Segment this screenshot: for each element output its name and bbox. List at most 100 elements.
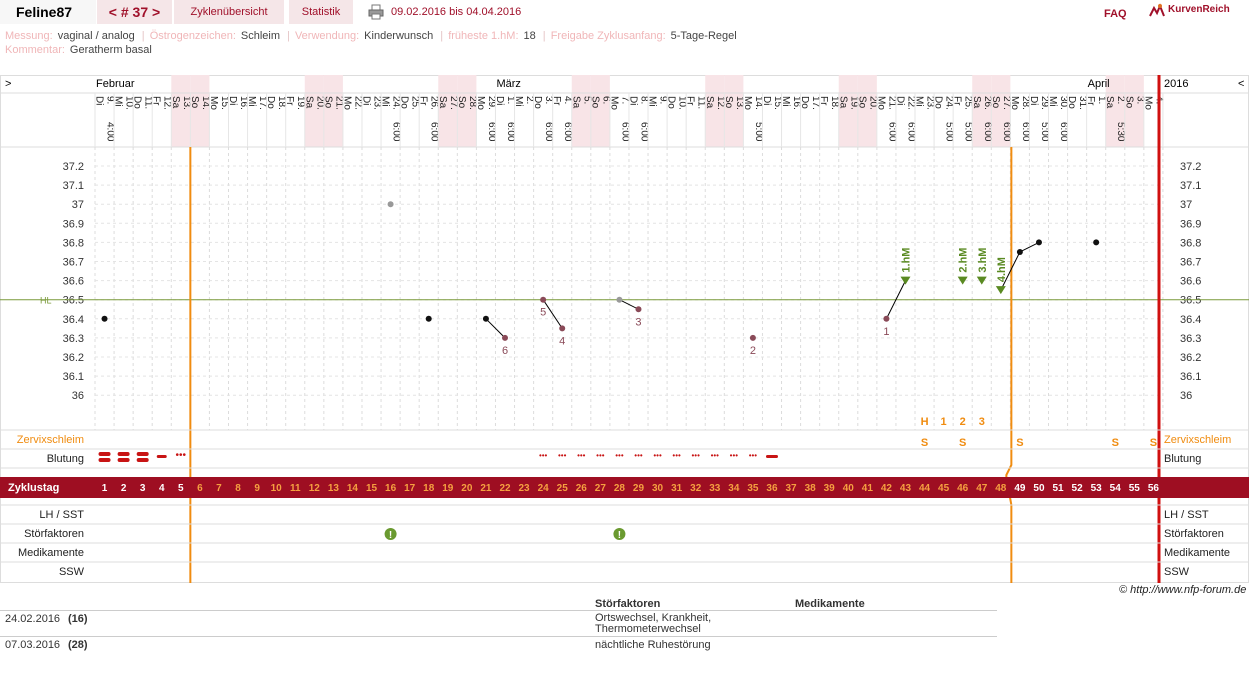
bleeding-spotting: ••• (749, 451, 758, 460)
exclamation-mark: ! (389, 530, 392, 541)
y-tick-label-right: 37.2 (1180, 161, 1201, 173)
cycle-day-number: 45 (938, 483, 950, 494)
year-label: 2016 (1164, 78, 1188, 90)
y-tick-label-right: 36.5 (1180, 295, 1201, 307)
cycle-day-number: 12 (309, 483, 321, 494)
value-oestrogen: Schleim (240, 30, 281, 42)
y-tick-label: 36.6 (63, 276, 84, 288)
cycle-day-number: 49 (1014, 483, 1026, 494)
lower-temp-label: 5 (540, 307, 546, 319)
lower-temp-label: 4 (559, 335, 565, 347)
note-row: 07.03.2016 (28) nächtliche Ruhestörung (0, 636, 997, 658)
printer-icon[interactable] (368, 4, 384, 20)
bleeding-spotting: ••• (653, 451, 662, 460)
y-tick-label: 36.8 (63, 237, 84, 249)
y-tick-label-right: 36.1 (1180, 371, 1201, 383)
mucus-mark: S (1150, 437, 1157, 449)
cycle-day-number: 24 (538, 483, 550, 494)
cycle-day-number: 2 (121, 483, 127, 494)
bleeding-heavy (98, 458, 111, 462)
cycle-day-number: 32 (690, 483, 702, 494)
row-label-med: Medikamente (18, 547, 84, 559)
temp-point (635, 306, 642, 313)
row-label-stoer: Störfaktoren (24, 528, 84, 540)
cycle-day-number: 43 (900, 483, 912, 494)
bleeding-heavy (98, 452, 111, 456)
y-tick-label: 36.5 (63, 295, 84, 307)
cycle-day-number: 41 (862, 483, 874, 494)
weekend-shade (724, 75, 744, 147)
weekend-shade (438, 75, 458, 147)
cycle-day-number: 7 (216, 483, 222, 494)
weekend-shade (190, 75, 210, 147)
cycle-day-number: 56 (1148, 483, 1160, 494)
row-label-mucus: Zervixschleim (17, 434, 84, 446)
y-tick-label-right: 36.7 (1180, 257, 1201, 269)
cycle-day-number: 26 (576, 483, 588, 494)
cycleday-label: Zyklustag (8, 482, 59, 494)
bleeding-spotting: ••• (539, 451, 548, 460)
row-label-right-lh: LH / SST (1164, 509, 1209, 521)
note-date: 24.02.2016 (5, 613, 61, 625)
temp-point (1093, 239, 1100, 246)
temp-point (1035, 239, 1042, 246)
row-label-bleeding: Blutung (47, 453, 84, 465)
y-tick-label: 36.4 (63, 314, 84, 326)
lower-temp-label: 6 (502, 345, 508, 357)
statistics-tab[interactable]: Statistik (289, 0, 353, 24)
cycle-day-number: 15 (366, 483, 378, 494)
faq-link[interactable]: FAQ (1104, 8, 1127, 20)
cycle-day-number: 10 (271, 483, 283, 494)
y-tick-label-right: 36.6 (1180, 276, 1201, 288)
cycle-day-number: 31 (671, 483, 683, 494)
brand-link[interactable]: KurvenReich (1148, 4, 1230, 15)
y-tick-label: 36.1 (63, 371, 84, 383)
bleeding-spotting: ••• (615, 451, 624, 460)
exclamation-mark: ! (618, 530, 621, 541)
nav-right-button[interactable]: < (1238, 78, 1244, 90)
hm-label: 4.hM (996, 257, 1008, 282)
cycle-day-number: 51 (1052, 483, 1064, 494)
label-earliest-hm: früheste 1.hM: (448, 30, 519, 42)
temp-point (101, 315, 108, 322)
y-tick-label-right: 36.3 (1180, 333, 1201, 345)
top-bar: Feline87 < # 37 > Zyklenübersicht Statis… (0, 0, 1249, 25)
cycle-day-number: 55 (1129, 483, 1141, 494)
cycle-day-number: 18 (423, 483, 435, 494)
cycle-day-number: 17 (404, 483, 416, 494)
cycle-day-number: 9 (254, 483, 260, 494)
weekend-shade (304, 75, 324, 147)
bleeding-medium (765, 455, 778, 458)
cycle-day-number: 48 (995, 483, 1007, 494)
bleeding-spotting: ••• (558, 451, 567, 460)
cycle-day-number: 42 (881, 483, 893, 494)
h-mark: 2 (960, 416, 966, 428)
temp-point (482, 315, 489, 322)
cycle-day-number: 4 (159, 483, 165, 494)
cycle-day-number: 30 (652, 483, 664, 494)
cycle-day-number: 11 (290, 483, 301, 494)
h-mark: H (921, 416, 929, 428)
note-date: 07.03.2016 (5, 639, 61, 651)
copyright: © http://www.nfp-forum.de (1119, 584, 1247, 596)
nav-left-button[interactable]: > (5, 78, 11, 90)
lower-temp-label: 1 (883, 326, 889, 338)
value-earliest-hm: 18 (523, 30, 536, 42)
y-tick-label: 36.3 (63, 333, 84, 345)
value-freigabe: 5-Tage-Regel (670, 30, 737, 42)
cycle-day-number: 36 (766, 483, 778, 494)
date-range: 09.02.2016 bis 04.04.2016 (391, 6, 522, 18)
temp-point (559, 325, 566, 332)
note-row: 24.02.2016 (16) Ortswechsel, Krankheit, … (0, 610, 997, 636)
cycle-day-number: 39 (824, 483, 836, 494)
cycle-selector[interactable]: < # 37 > (97, 0, 172, 24)
cycle-day-number: 19 (442, 483, 454, 494)
y-tick-label: 36.9 (63, 218, 84, 230)
cycle-overview-tab[interactable]: Zyklenübersicht (174, 0, 284, 24)
cycle-day-number: 16 (385, 483, 397, 494)
mucus-mark: S (1112, 437, 1119, 449)
info-line-1: Messung: vaginal / analog | Östrogenzeiche… (5, 30, 737, 42)
temp-point (387, 201, 394, 208)
weekend-shade (323, 75, 343, 147)
notes-header-stoer: Störfaktoren (595, 598, 661, 610)
